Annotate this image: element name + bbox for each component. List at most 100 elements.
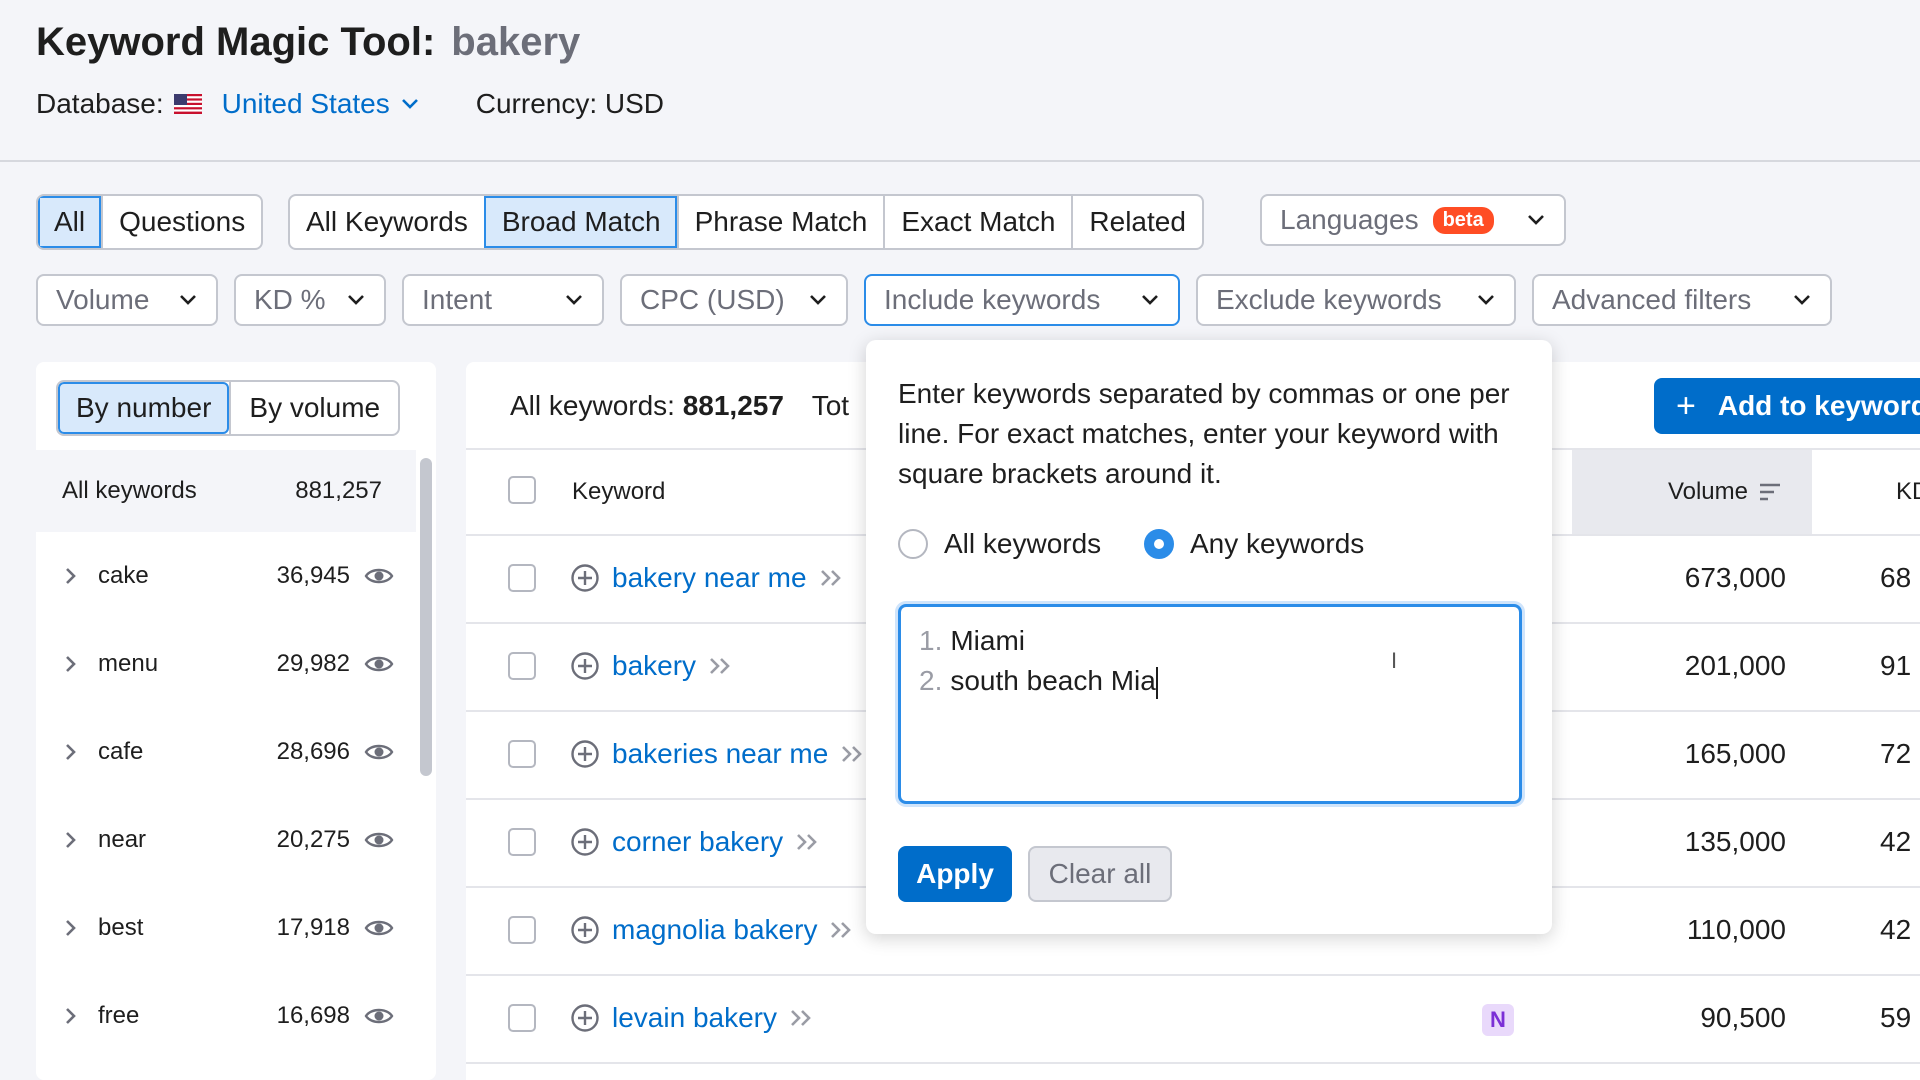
double-chevron-icon[interactable] <box>795 831 821 853</box>
double-chevron-icon[interactable] <box>840 743 866 765</box>
database-value: United States <box>221 88 390 119</box>
sidebar-group-item[interactable]: cake 36,945 <box>36 532 416 620</box>
tab-all[interactable]: All <box>38 196 102 248</box>
sidebar-group-item[interactable]: menu 29,982 <box>36 620 416 708</box>
volume-filter-label: Volume <box>56 284 150 315</box>
column-volume[interactable]: Volume <box>1572 450 1812 534</box>
line-number: 2. <box>919 665 943 696</box>
row-checkbox[interactable] <box>508 564 536 592</box>
tab-phrase-match[interactable]: Phrase Match <box>676 196 884 248</box>
advanced-filters-label: Advanced filters <box>1552 284 1752 315</box>
sidebar-group-item[interactable]: near 20,275 <box>36 796 416 884</box>
group-name: cafe <box>98 738 144 765</box>
keyword-link[interactable]: bakery near me <box>612 562 807 594</box>
eye-icon[interactable] <box>364 653 394 675</box>
keyword-link[interactable]: levain bakery <box>612 1002 777 1034</box>
keyword-link[interactable]: bakeries near me <box>612 738 828 770</box>
line-text: south beach Mia <box>950 665 1156 696</box>
chevron-right-icon[interactable] <box>64 1006 84 1026</box>
radio-all-keywords[interactable]: All keywords <box>898 528 1101 560</box>
chevron-down-icon <box>1528 215 1544 225</box>
kd-cell: 91 <box>1880 650 1912 681</box>
radio-any-keywords-dot <box>1144 529 1174 559</box>
plus-circle-icon[interactable] <box>570 915 600 945</box>
keyword-link[interactable]: magnolia bakery <box>612 914 817 946</box>
chevron-down-icon <box>180 295 196 305</box>
plus-circle-icon[interactable] <box>570 651 600 681</box>
double-chevron-icon[interactable] <box>819 567 845 589</box>
column-kd[interactable]: KD <box>1896 450 1920 534</box>
kd-filter[interactable]: KD % <box>234 274 386 326</box>
add-button-label: Add to keyword <box>1717 390 1920 421</box>
keyword-link[interactable]: corner bakery <box>612 826 783 858</box>
tab-broad-match[interactable]: Broad Match <box>483 196 677 248</box>
row-checkbox[interactable] <box>508 740 536 768</box>
tab-related[interactable]: Related <box>1071 196 1202 248</box>
chevron-right-icon[interactable] <box>64 742 84 762</box>
advanced-filters[interactable]: Advanced filters <box>1532 274 1832 326</box>
tab-questions[interactable]: Questions <box>101 196 261 248</box>
kd-filter-label: KD % <box>254 284 326 315</box>
row-checkbox[interactable] <box>508 652 536 680</box>
plus-circle-icon[interactable] <box>570 563 600 593</box>
languages-dropdown[interactable]: Languages beta <box>1260 194 1566 246</box>
plus-circle-icon[interactable] <box>570 739 600 769</box>
sidebar-scrollbar[interactable] <box>420 458 432 776</box>
column-keyword[interactable]: Keyword <box>572 450 665 534</box>
eye-icon[interactable] <box>364 741 394 763</box>
chevron-right-icon[interactable] <box>64 918 84 938</box>
chevron-right-icon[interactable] <box>64 830 84 850</box>
double-chevron-icon[interactable] <box>789 1007 815 1029</box>
include-keywords-label: Include keywords <box>884 284 1101 315</box>
row-checkbox[interactable] <box>508 828 536 856</box>
currency-label: Currency: USD <box>475 88 665 119</box>
plus-icon: + <box>1676 386 1696 425</box>
eye-icon[interactable] <box>364 1005 394 1027</box>
plus-circle-icon[interactable] <box>570 1003 600 1033</box>
line-number: 1. <box>919 625 943 656</box>
double-chevron-icon[interactable] <box>829 919 855 941</box>
chevron-down-icon <box>1142 295 1158 305</box>
eye-icon[interactable] <box>364 917 394 939</box>
tab-all-keywords[interactable]: All Keywords <box>290 196 484 248</box>
sort-by-volume[interactable]: By volume <box>229 382 398 434</box>
radio-any-keywords[interactable]: Any keywords <box>1144 528 1364 560</box>
select-all-checkbox[interactable] <box>508 476 536 504</box>
sort-by-number[interactable]: By number <box>58 382 230 434</box>
double-chevron-icon[interactable] <box>708 655 734 677</box>
intent-filter[interactable]: Intent <box>402 274 604 326</box>
volume-cell: 201,000 <box>1684 650 1786 681</box>
group-sort-toggle: By number By volume <box>56 380 401 436</box>
volume-filter[interactable]: Volume <box>36 274 218 326</box>
row-checkbox[interactable] <box>508 916 536 944</box>
add-to-keyword-list-button[interactable]: + Add to keyword <box>1654 378 1920 434</box>
languages-label: Languages <box>1280 204 1419 235</box>
include-keywords-input[interactable]: 1. Miami 2. south beach Mia I <box>898 604 1522 804</box>
sidebar-group-item[interactable]: best 17,918 <box>36 884 416 972</box>
include-keywords-filter[interactable]: Include keywords <box>864 274 1180 326</box>
kd-cell: 42 <box>1880 914 1912 945</box>
exclude-keywords-filter[interactable]: Exclude keywords <box>1196 274 1516 326</box>
chevron-right-icon[interactable] <box>64 654 84 674</box>
chevron-down-icon <box>566 295 582 305</box>
chevron-right-icon[interactable] <box>64 566 84 586</box>
eye-icon[interactable] <box>364 829 394 851</box>
all-keywords-group[interactable]: All keywords 881,257 <box>36 450 416 532</box>
intent-filter-label: Intent <box>422 284 493 315</box>
tab-exact-match[interactable]: Exact Match <box>883 196 1071 248</box>
row-checkbox[interactable] <box>508 1004 536 1032</box>
cpc-filter-label: CPC (USD) <box>640 284 785 315</box>
cpc-filter[interactable]: CPC (USD) <box>620 274 848 326</box>
database-selector[interactable]: United States <box>164 88 420 120</box>
plus-circle-icon[interactable] <box>570 827 600 857</box>
keyword-link[interactable]: bakery <box>612 650 696 682</box>
all-keywords-count: 881,257 <box>295 477 382 504</box>
apply-button[interactable]: Apply <box>898 846 1012 902</box>
clear-all-button[interactable]: Clear all <box>1028 846 1172 902</box>
volume-cell: 135,000 <box>1684 826 1786 857</box>
sidebar-group-item[interactable]: free 16,698 <box>36 972 416 1060</box>
exclude-keywords-label: Exclude keywords <box>1216 284 1442 315</box>
volume-cell: 165,000 <box>1684 738 1786 769</box>
sidebar-group-item[interactable]: cafe 28,696 <box>36 708 416 796</box>
eye-icon[interactable] <box>364 565 394 587</box>
